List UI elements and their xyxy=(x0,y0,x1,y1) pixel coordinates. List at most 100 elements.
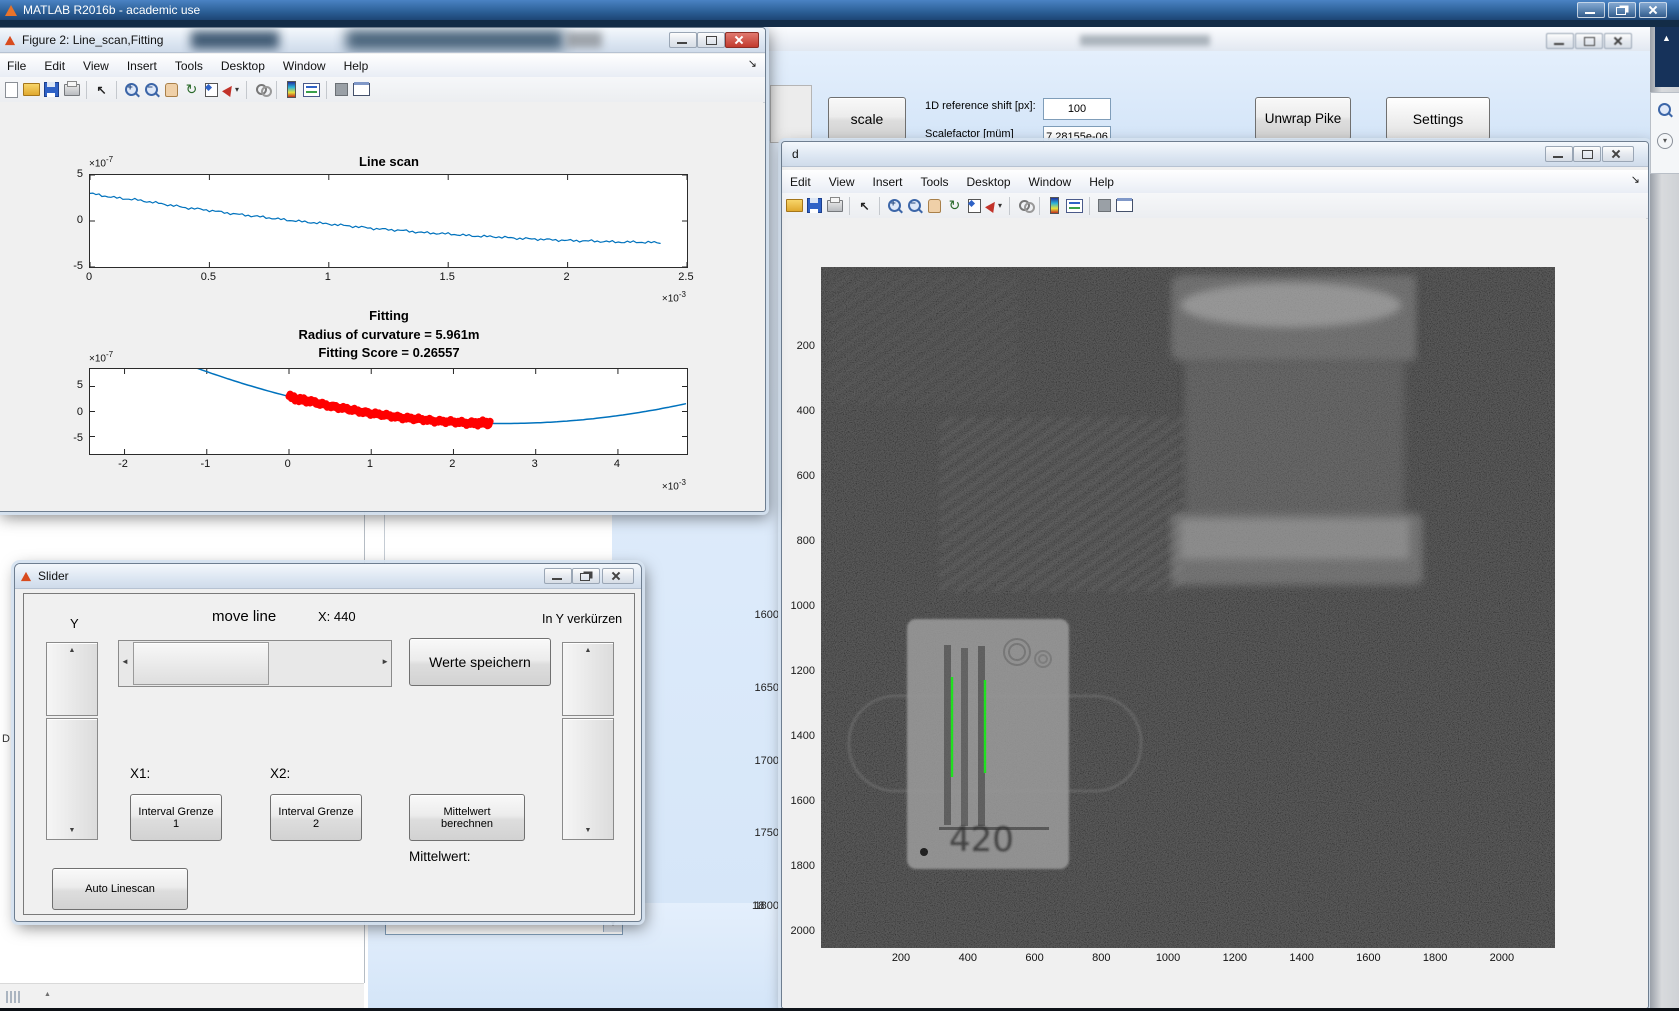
minimize-button[interactable] xyxy=(669,32,697,48)
colorbar-icon[interactable] xyxy=(283,81,300,98)
restore-button[interactable] xyxy=(572,568,600,584)
werte-speichern-button[interactable]: Werte speichern xyxy=(409,638,551,686)
resize-grip-icon[interactable] xyxy=(6,990,22,1008)
left-arrow-icon[interactable]: ◄ xyxy=(121,657,129,666)
tick-label: 1800 xyxy=(790,860,815,872)
menu-item[interactable]: Desktop xyxy=(967,175,1011,189)
pointer-icon[interactable]: ↖ xyxy=(856,197,873,214)
pan-hand-icon[interactable] xyxy=(163,81,180,98)
zoom-in-icon[interactable]: + xyxy=(123,81,140,98)
search-icon[interactable] xyxy=(1658,103,1671,116)
collapse-up-icon[interactable]: ▲ xyxy=(1662,33,1671,43)
open-icon[interactable] xyxy=(786,197,803,214)
menu-item[interactable]: Desktop xyxy=(221,59,265,73)
close-button[interactable] xyxy=(1604,33,1632,49)
colorbar-icon[interactable] xyxy=(1046,197,1063,214)
dock-square-icon[interactable] xyxy=(333,81,350,98)
zoom-in-icon[interactable]: + xyxy=(886,197,903,214)
linescan-axes[interactable] xyxy=(89,174,688,268)
move-line-slider-track[interactable]: ◄ ► xyxy=(118,640,392,687)
image-figure-titlebar[interactable]: d xyxy=(782,142,1648,167)
grip-up-icon[interactable]: ▲ xyxy=(44,991,51,998)
data-cursor-icon[interactable] xyxy=(966,197,983,214)
interval-grenze1-button[interactable]: Interval Grenze 1 xyxy=(130,794,222,841)
menu-item[interactable]: Window xyxy=(1029,175,1072,189)
scale-button[interactable]: scale xyxy=(828,97,906,140)
tick-label: 4 xyxy=(613,458,621,470)
up-arrow-icon: ▲ xyxy=(584,647,592,654)
unwrap-pike-button[interactable]: Unwrap Pike xyxy=(1255,97,1351,140)
menu-item[interactable]: Edit xyxy=(790,175,811,189)
ref-shift-field[interactable]: 100 xyxy=(1043,98,1111,120)
glass-blur-blob xyxy=(191,31,279,49)
print-icon[interactable] xyxy=(826,197,843,214)
menu-item[interactable]: Edit xyxy=(44,59,65,73)
settings-button[interactable]: Settings xyxy=(1386,97,1490,140)
dock-arrow-icon[interactable]: ↘ xyxy=(1631,173,1640,186)
new-figure-icon[interactable] xyxy=(3,81,20,98)
close-button[interactable] xyxy=(602,568,634,584)
linescan-title: Line scan xyxy=(359,154,419,169)
dock-window-icon[interactable] xyxy=(353,81,370,98)
figure2-window: Figure 2: Line_scan,Fitting File Edit View… xyxy=(0,27,766,512)
mittelwert-berechnen-button[interactable]: Mittelwert berechnen xyxy=(409,794,525,841)
dock-arrow-icon[interactable]: ↘ xyxy=(748,57,757,70)
restore-button[interactable] xyxy=(1608,2,1636,18)
y-scrollbar-down[interactable]: ▼ xyxy=(46,718,98,840)
open-icon[interactable] xyxy=(23,81,40,98)
save-icon[interactable] xyxy=(806,197,823,214)
dropdown-circle-icon[interactable]: ▾ xyxy=(1657,133,1673,149)
in-y-verkuerzen-label: In Y verkürzen xyxy=(542,612,623,626)
menu-item[interactable]: Insert xyxy=(127,59,157,73)
brush-icon[interactable]: ▾ xyxy=(222,81,240,98)
interferogram-image[interactable]: 420 xyxy=(821,267,1555,948)
link-plots-icon[interactable] xyxy=(253,81,270,98)
data-cursor-icon[interactable] xyxy=(203,81,220,98)
brush-icon[interactable]: ▾ xyxy=(985,197,1003,214)
rotate-icon[interactable]: ↻ xyxy=(946,197,963,214)
dock-square-icon[interactable] xyxy=(1096,197,1113,214)
minimize-button[interactable] xyxy=(544,568,572,584)
right-arrow-icon[interactable]: ► xyxy=(381,657,389,666)
print-icon[interactable] xyxy=(63,81,80,98)
menu-item[interactable]: Insert xyxy=(872,175,902,189)
close-button[interactable] xyxy=(1602,146,1634,162)
interval-grenze2-button[interactable]: Interval Grenze 2 xyxy=(270,794,362,841)
in-y-scrollbar-down[interactable]: ▼ xyxy=(562,718,614,840)
legend-icon[interactable] xyxy=(303,81,320,98)
minimize-button[interactable] xyxy=(1545,146,1573,162)
y-scrollbar-up[interactable]: ▲ xyxy=(46,642,98,716)
menu-item[interactable]: Help xyxy=(344,59,369,73)
rotate-icon[interactable]: ↻ xyxy=(183,81,200,98)
pan-hand-icon[interactable] xyxy=(926,197,943,214)
menu-item[interactable]: Help xyxy=(1089,175,1114,189)
minimize-button[interactable] xyxy=(1577,2,1605,18)
pointer-icon[interactable]: ↖ xyxy=(93,81,110,98)
close-button[interactable] xyxy=(1639,2,1667,18)
close-button[interactable] xyxy=(725,32,759,48)
zoom-out-icon[interactable]: − xyxy=(906,197,923,214)
link-plots-icon[interactable] xyxy=(1016,197,1033,214)
menu-item[interactable]: File xyxy=(7,59,26,73)
maximize-button[interactable] xyxy=(1573,146,1601,162)
legend-icon[interactable] xyxy=(1066,197,1083,214)
slider-thumb[interactable] xyxy=(133,642,269,685)
x-value-label: X: 440 xyxy=(318,609,356,624)
menu-item[interactable]: View xyxy=(83,59,109,73)
auto-linescan-button[interactable]: Auto Linescan xyxy=(52,868,188,910)
menu-item[interactable]: View xyxy=(829,175,855,189)
slider-titlebar[interactable]: Slider xyxy=(15,564,641,589)
maximize-button[interactable] xyxy=(697,32,725,48)
menu-item[interactable]: Window xyxy=(283,59,326,73)
maximize-button[interactable] xyxy=(1575,33,1603,49)
fitting-axes[interactable] xyxy=(89,368,688,455)
matlab-main-titlebar[interactable]: MATLAB R2016b - academic use xyxy=(0,0,1679,20)
save-icon[interactable] xyxy=(43,81,60,98)
dock-window-icon[interactable] xyxy=(1116,197,1133,214)
zoom-out-icon[interactable]: − xyxy=(143,81,160,98)
figure2-titlebar[interactable]: Figure 2: Line_scan,Fitting xyxy=(0,28,765,53)
menu-item[interactable]: Tools xyxy=(921,175,949,189)
minimize-button[interactable] xyxy=(1546,33,1574,49)
menu-item[interactable]: Tools xyxy=(175,59,203,73)
in-y-scrollbar-up[interactable]: ▲ xyxy=(562,642,614,716)
